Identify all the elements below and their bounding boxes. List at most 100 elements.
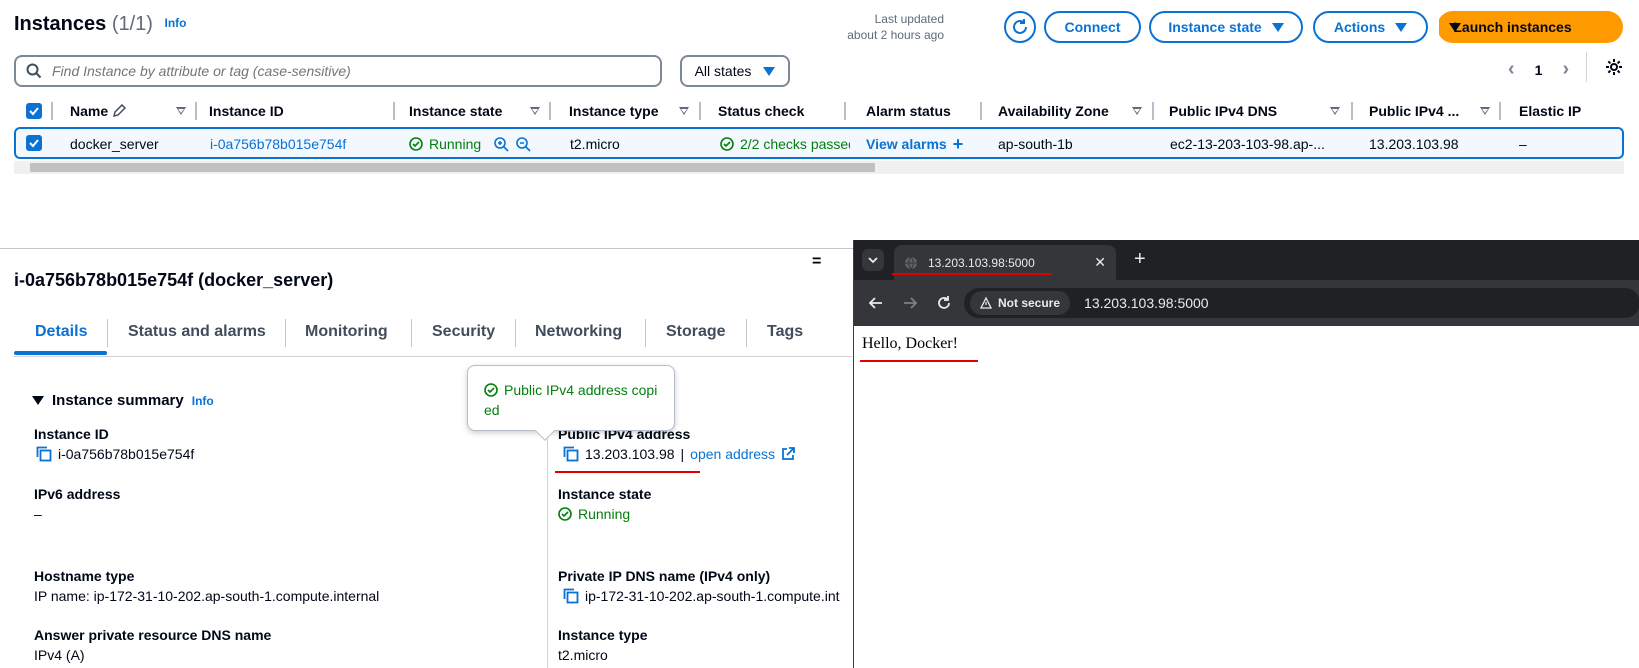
tab-networking[interactable]: Networking — [535, 323, 622, 341]
column-status-check[interactable]: Status check — [718, 103, 804, 119]
sort-icon[interactable] — [679, 107, 689, 115]
sort-icon[interactable] — [1132, 107, 1142, 115]
browser-tab-strip: 13.203.103.98:5000 ✕ + — [854, 240, 1639, 280]
info-link[interactable]: Info — [165, 16, 187, 30]
external-link-icon[interactable] — [781, 447, 795, 461]
cell-state-text: Running — [429, 136, 482, 152]
not-secure-chip[interactable]: Not secure — [970, 291, 1071, 315]
refresh-button[interactable] — [1004, 11, 1036, 43]
tab-storage[interactable]: Storage — [666, 323, 726, 341]
column-public-dns[interactable]: Public IPv4 DNS — [1169, 103, 1277, 119]
scrollbar-thumb[interactable] — [30, 163, 875, 172]
column-instance-id[interactable]: Instance ID — [209, 103, 284, 119]
instance-summary-toggle[interactable]: Instance summary Info — [32, 392, 214, 409]
tooltip-text-2: ed — [484, 402, 500, 418]
cell-instance-id[interactable]: i-0a756b78b015e754f — [210, 136, 346, 152]
zoom-in-icon[interactable] — [493, 136, 509, 152]
instance-state-label: Instance state — [558, 486, 652, 502]
info-link[interactable]: Info — [192, 394, 214, 408]
open-address-link[interactable]: open address — [690, 446, 775, 462]
check-icon — [29, 107, 39, 116]
page-number[interactable]: 1 — [1535, 62, 1543, 78]
search-icon — [26, 63, 42, 79]
column-instance-state[interactable]: Instance state — [409, 103, 502, 119]
ipv6-label: IPv6 address — [34, 486, 121, 502]
annotation-underline — [860, 360, 978, 362]
public-ipv4-text: 13.203.103.98 — [585, 446, 675, 462]
last-updated-label: Last updated — [874, 12, 944, 26]
chevron-left-icon[interactable]: ‹ — [1508, 58, 1515, 81]
ipv6-value: – — [34, 506, 42, 522]
column-alarm-status[interactable]: Alarm status — [866, 103, 951, 119]
copied-tooltip: Public IPv4 address copi ed — [467, 365, 675, 441]
browser-tab-title: 13.203.103.98:5000 — [928, 255, 1035, 270]
tab-details[interactable]: Details — [35, 323, 87, 341]
column-availability-zone[interactable]: Availability Zone — [998, 103, 1109, 119]
tab-monitoring[interactable]: Monitoring — [305, 323, 388, 341]
last-updated-value: about 2 hours ago — [847, 28, 944, 42]
tab-status-and-alarms[interactable]: Status and alarms — [128, 323, 266, 341]
select-all-checkbox[interactable] — [26, 103, 42, 119]
connect-label: Connect — [1064, 19, 1121, 35]
search-input[interactable] — [52, 63, 632, 79]
tab-security[interactable]: Security — [432, 323, 495, 341]
caret-down-icon — [1395, 22, 1408, 32]
address-bar[interactable]: Not secure 13.203.103.98:5000 — [964, 288, 1639, 318]
answer-dns-label: Answer private resource DNS name — [34, 627, 272, 643]
instance-type-label: Instance type — [558, 627, 648, 643]
instance-id-text: i-0a756b78b015e754f — [58, 446, 195, 462]
table-row[interactable]: docker_server i-0a756b78b015e754f Runnin… — [14, 127, 1624, 159]
url-text[interactable]: 13.203.103.98:5000 — [1084, 295, 1209, 311]
cell-availability-zone: ap-south-1b — [998, 136, 1073, 152]
drag-handle-icon[interactable]: = — [812, 253, 821, 271]
copy-icon[interactable] — [36, 446, 52, 462]
instance-id-label: Instance ID — [34, 426, 109, 442]
connect-button[interactable]: Connect — [1044, 11, 1141, 43]
sort-icon[interactable] — [176, 107, 186, 115]
cell-status-check: 2/2 checks passed — [720, 136, 850, 152]
copy-icon[interactable] — [563, 446, 579, 462]
search-box[interactable] — [14, 55, 662, 87]
launch-instances-button[interactable]: Launch instances — [1437, 11, 1623, 43]
copy-icon[interactable] — [563, 588, 579, 604]
row-checkbox[interactable] — [26, 135, 42, 151]
tooltip-arrow — [535, 421, 555, 441]
hostname-label: Hostname type — [34, 568, 135, 584]
settings-button[interactable] — [1605, 58, 1623, 76]
tooltip-line-1: Public IPv4 address copi — [484, 380, 658, 400]
tab-search-button[interactable] — [862, 249, 884, 271]
cell-public-dns: ec2-13-203-103-98.ap-... — [1170, 136, 1325, 152]
public-ipv4-value: 13.203.103.98 | open address — [563, 446, 795, 462]
browser-toolbar: Not secure 13.203.103.98:5000 — [854, 280, 1639, 326]
sort-icon[interactable] — [530, 107, 540, 115]
cell-status-text: 2/2 checks passed — [740, 136, 850, 152]
caret-down-icon — [763, 66, 776, 76]
view-alarms-link[interactable]: View alarms + — [866, 135, 963, 153]
column-instance-type[interactable]: Instance type — [569, 103, 658, 119]
cell-public-ipv4: 13.203.103.98 — [1369, 136, 1459, 152]
sort-icon[interactable] — [1330, 107, 1340, 115]
new-tab-icon[interactable]: + — [1134, 248, 1146, 271]
instance-state-label: Instance state — [1168, 19, 1262, 35]
column-elastic-ip[interactable]: Elastic IP — [1519, 103, 1581, 119]
instance-state-button[interactable]: Instance state — [1149, 11, 1303, 43]
chevron-right-icon[interactable]: › — [1562, 58, 1569, 81]
back-icon[interactable] — [868, 295, 884, 311]
actions-button[interactable]: Actions — [1313, 11, 1428, 43]
column-public-ipv4[interactable]: Public IPv4 ... — [1369, 103, 1459, 119]
sort-icon[interactable] — [1480, 107, 1490, 115]
instance-state-text: Running — [578, 506, 631, 522]
annotation-underline — [555, 471, 700, 473]
success-icon — [484, 383, 498, 397]
instance-id-value: i-0a756b78b015e754f — [36, 446, 194, 462]
column-name[interactable]: Name — [70, 103, 127, 119]
cell-name: docker_server — [70, 136, 159, 152]
answer-dns-value: IPv4 (A) — [34, 647, 85, 663]
all-states-select[interactable]: All states — [680, 55, 790, 87]
reload-icon[interactable] — [936, 295, 952, 311]
zoom-out-icon[interactable] — [515, 136, 531, 152]
forward-icon[interactable] — [902, 295, 918, 311]
instance-count: (1/1) — [111, 13, 153, 35]
tab-tags[interactable]: Tags — [767, 323, 803, 341]
close-icon[interactable]: ✕ — [1094, 254, 1106, 271]
